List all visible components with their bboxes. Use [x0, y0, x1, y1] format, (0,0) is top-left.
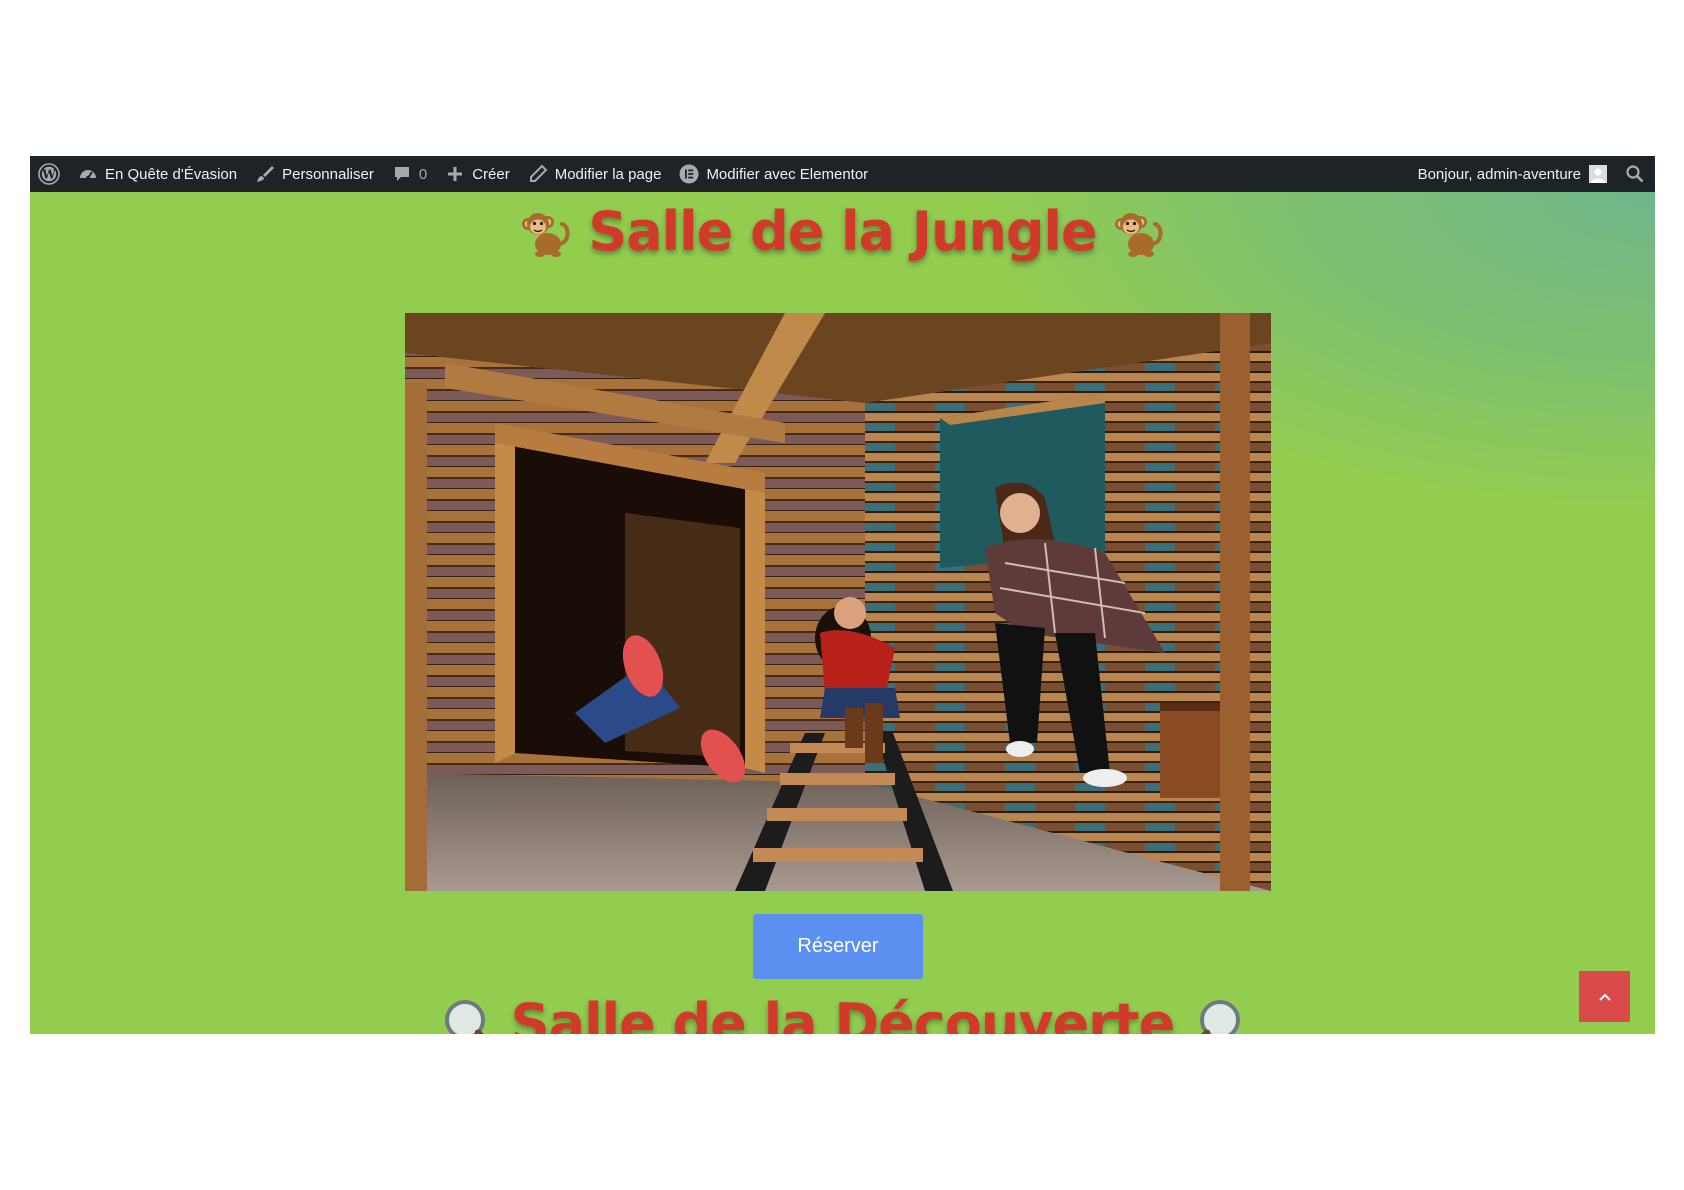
new-content-menu[interactable]: Créer [436, 156, 519, 192]
discovery-room-title: Salle de la Découverte [30, 992, 1655, 1034]
admin-search-button[interactable] [1616, 156, 1655, 192]
svg-text:W: W [41, 168, 56, 182]
comment-bubble-icon [392, 164, 412, 184]
search-icon [1625, 164, 1645, 184]
discovery-room-title-text: Salle de la Découverte [510, 992, 1175, 1034]
paintbrush-icon [255, 164, 275, 184]
my-account-menu[interactable]: Bonjour, admin-aventure [1409, 156, 1616, 192]
monkey-icon [518, 204, 574, 260]
jungle-room-photo [405, 313, 1271, 891]
jungle-room-title-text: Salle de la Jungle [588, 200, 1097, 263]
customize-label: Personnaliser [282, 165, 374, 183]
reserve-button[interactable]: Réserver [753, 914, 923, 979]
elementor-edit-label: Modifier avec Elementor [706, 165, 869, 183]
magnifying-glass-icon [1188, 996, 1244, 1034]
site-name-menu[interactable]: En Quête d'Évasion [69, 156, 246, 192]
new-label: Créer [472, 165, 510, 183]
dashboard-gauge-icon [78, 164, 98, 184]
browser-viewport: W En Quête d'Évasion Personnaliser 0 Cré… [30, 156, 1655, 1034]
site-name-label: En Quête d'Évasion [105, 165, 238, 183]
comments-count: 0 [418, 165, 428, 183]
scroll-to-top-button[interactable] [1579, 971, 1630, 1022]
plus-icon [445, 164, 465, 184]
customize-menu[interactable]: Personnaliser [246, 156, 383, 192]
page-content: Salle de la Jungle Réserver Salle de la … [30, 192, 1655, 1034]
wordpress-logo-icon: W [38, 163, 60, 185]
edit-page-menu[interactable]: Modifier la page [519, 156, 671, 192]
elementor-logo-icon [679, 164, 699, 184]
edit-page-label: Modifier la page [554, 165, 662, 183]
elementor-edit-menu[interactable]: Modifier avec Elementor [670, 156, 877, 192]
wp-admin-bar: W En Quête d'Évasion Personnaliser 0 Cré… [30, 156, 1655, 192]
pencil-icon [528, 164, 548, 184]
jungle-room-title: Salle de la Jungle [30, 200, 1655, 263]
chevron-up-icon [1598, 987, 1612, 1006]
monkey-icon [1111, 204, 1167, 260]
admin-bar-secondary: Bonjour, admin-aventure [1409, 156, 1655, 192]
magnifying-glass-icon [441, 996, 497, 1034]
wp-logo-menu[interactable]: W [30, 156, 69, 192]
avatar [1589, 165, 1607, 183]
greeting-label: Bonjour, admin-aventure [1417, 165, 1581, 183]
comments-menu[interactable]: 0 [383, 156, 436, 192]
